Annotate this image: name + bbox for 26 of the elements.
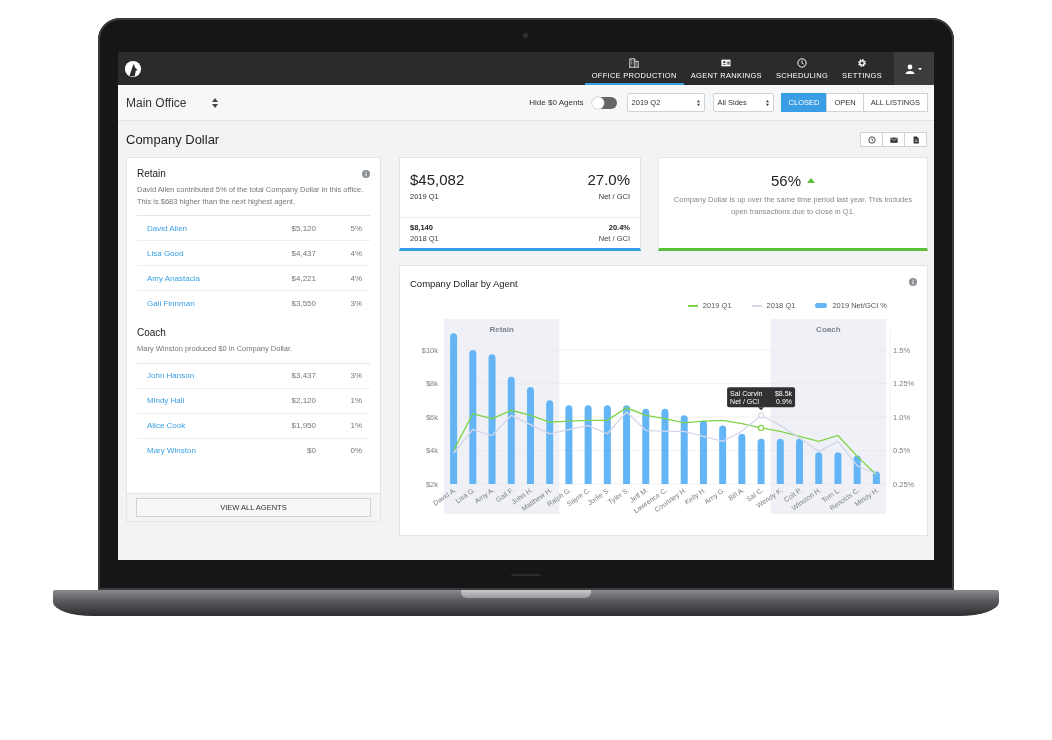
amount-text: $1,950 — [290, 421, 316, 430]
share-text: 4% — [349, 273, 363, 283]
share-text: 3% — [349, 298, 363, 308]
share-text: 4% — [349, 248, 363, 258]
group-title: Coach — [137, 327, 166, 338]
amount-text: $0 — [306, 446, 316, 455]
share-text: 1% — [349, 396, 363, 405]
share-text: 0% — [349, 446, 363, 455]
toggle-label: Hide $0 Agents — [529, 98, 584, 107]
amount-text: $2,120 — [290, 396, 316, 405]
amount-text: $5,120 — [290, 223, 316, 233]
band-label: Coach — [816, 325, 841, 334]
page-title: Company Dollar — [126, 132, 220, 147]
share-text: 1% — [349, 421, 363, 430]
amount-text: $4,221 — [290, 273, 316, 283]
stat-value: $45,082 — [410, 171, 465, 188]
share-text: 3% — [349, 371, 363, 380]
band-label: Retain — [489, 325, 514, 334]
share-text: 5% — [349, 223, 363, 233]
group-title: Retain — [137, 168, 166, 179]
amount-text: $4,437 — [290, 248, 316, 258]
stat-ratio: 27.0% — [587, 171, 630, 188]
chart-title: Company Dollar by Agent — [410, 278, 518, 289]
amount-text: $3,550 — [290, 298, 316, 308]
change-value: 56% — [771, 172, 801, 189]
amount-text: $3,437 — [290, 371, 316, 380]
